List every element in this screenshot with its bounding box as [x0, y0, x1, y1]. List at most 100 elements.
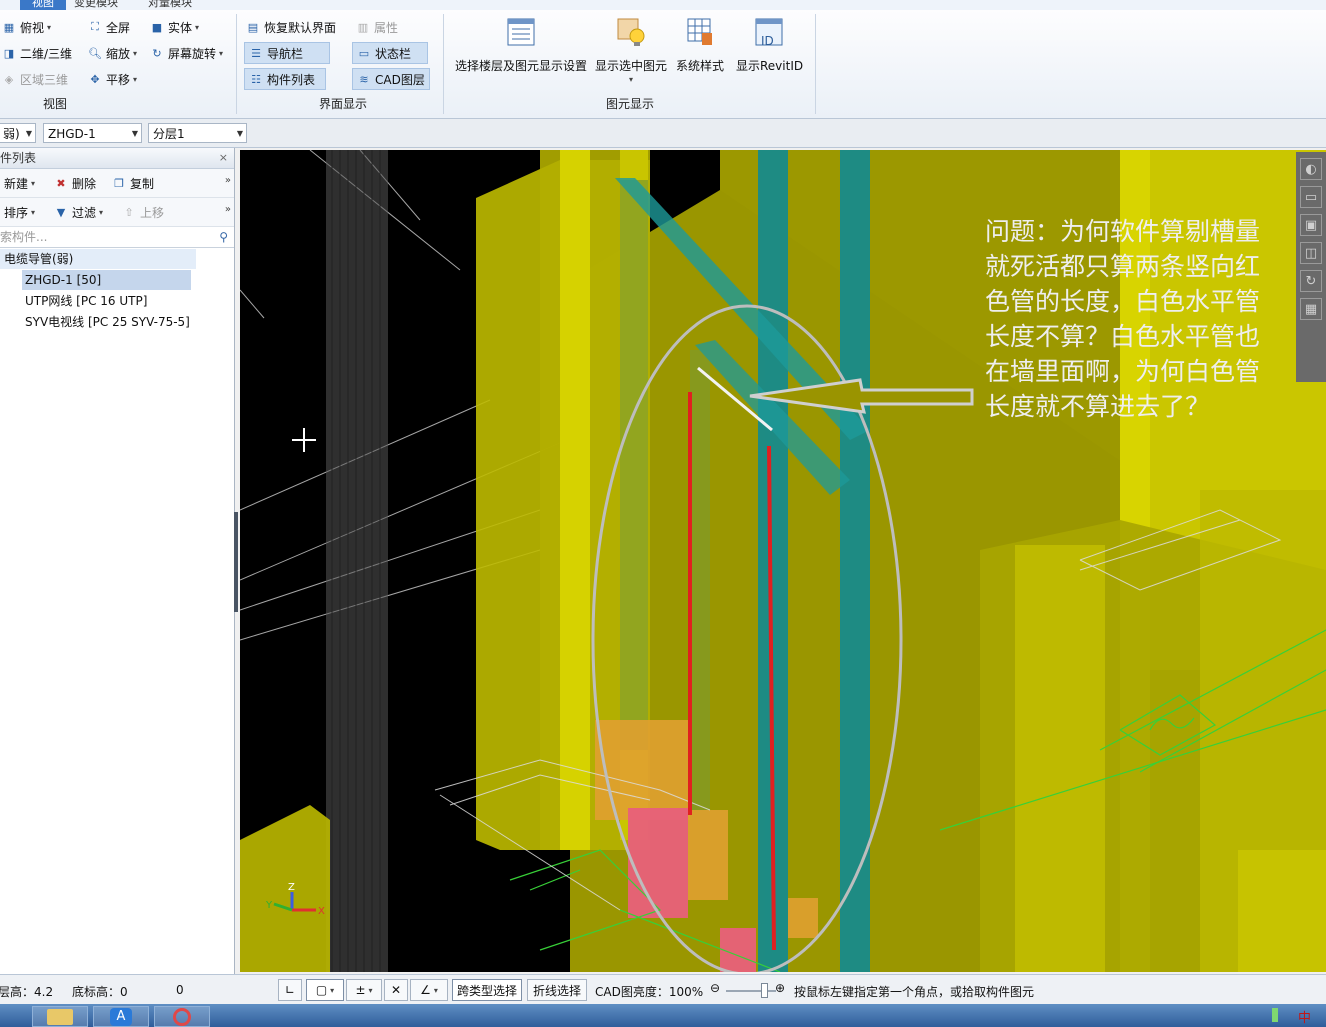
- tab-change-module[interactable]: 变更模块: [74, 0, 118, 10]
- status-value: 0: [176, 983, 184, 997]
- ortho-toggle[interactable]: ∟: [278, 979, 302, 1001]
- chevron-down-icon: ▾: [133, 48, 138, 58]
- chevron-down-icon: ▼: [25, 129, 32, 138]
- pan-icon: ✥: [90, 72, 100, 86]
- view-front-icon[interactable]: ▭: [1300, 186, 1322, 208]
- search-input[interactable]: 索构件... ⚲: [0, 227, 234, 248]
- tree-item-selected[interactable]: ZHGD-1 [50]: [22, 270, 191, 290]
- magnifier-icon: 🔍︎: [88, 46, 102, 60]
- ui-group-title: 界面显示: [318, 97, 367, 111]
- component-tree: 电缆导管(弱) ZHGD-1 [50] UTP网线 [PC 16 UTP] SY…: [0, 248, 234, 448]
- nav-bar-toggle[interactable]: ☰ 导航栏: [244, 42, 331, 64]
- view-group-title: 视图: [42, 97, 67, 111]
- search-icon[interactable]: ⚲: [219, 227, 228, 247]
- status-hint: 按鼠标左键指定第一个角点，或拾取构件图元: [794, 985, 1035, 999]
- status-bar-toggle[interactable]: ▭ 状态栏: [352, 42, 429, 64]
- annotation-text: 问题：为何软件算剔槽量就死活都只算两条竖向红色管的长度，白色水平管长度不算？白色…: [985, 217, 1261, 421]
- delete-button[interactable]: ✖ 删除: [54, 173, 96, 193]
- select-mode-dropdown[interactable]: ▢ ▾: [306, 979, 344, 1001]
- region-3d-button[interactable]: ◈ 区域三维: [2, 69, 68, 89]
- zoom-button[interactable]: 🔍︎ 缩放 ▾: [88, 43, 137, 63]
- angle-dropdown[interactable]: ∠ ▾: [410, 979, 448, 1001]
- group-divider: [443, 14, 444, 114]
- chevron-down-icon: ▼: [236, 129, 243, 138]
- panel-title: 件列表: [0, 151, 37, 165]
- layer-dropdown[interactable]: 分层1 ▼: [148, 123, 247, 143]
- copy-button[interactable]: ❐ 复制: [112, 173, 154, 193]
- panel-toolbar-2: 排序 ▾ ▼ 过滤 ▾ ⇧ 上移 »: [0, 198, 234, 227]
- battery-icon: [1272, 1008, 1278, 1022]
- select-floor-display-button[interactable]: 选择楼层及图元显示设置: [455, 16, 587, 74]
- move-up-button[interactable]: ⇧ 上移: [122, 202, 164, 222]
- cross-icon: ✕: [390, 983, 402, 997]
- minus-icon[interactable]: ⊖: [710, 981, 720, 995]
- component-dropdown[interactable]: ZHGD-1 ▼: [43, 123, 142, 143]
- snap-dropdown[interactable]: ± ▾: [346, 979, 382, 1001]
- ime-indicator[interactable]: 中: [1298, 1007, 1311, 1026]
- tree-item[interactable]: UTP网线 [PC 16 UTP]: [22, 291, 147, 311]
- axis-y-label: Y: [265, 900, 273, 911]
- style-grid-icon: [687, 18, 712, 45]
- layers-icon: ≋: [359, 72, 369, 86]
- screen-rotate-button[interactable]: ↻ 屏幕旋转 ▾: [150, 43, 223, 63]
- cad-layer-toggle[interactable]: ≋ CAD图层: [352, 68, 430, 90]
- app-store-icon[interactable]: A: [93, 1006, 149, 1027]
- two-three-d-button[interactable]: ◨ 二维/三维: [2, 43, 72, 63]
- chevron-down-icon: ▾: [368, 985, 373, 995]
- two-three-d-icon: ◨: [3, 46, 15, 60]
- show-selected-element-button[interactable]: 显示选中图元 ▾: [595, 16, 667, 84]
- close-icon[interactable]: ×: [219, 148, 228, 168]
- more-icon[interactable]: »: [225, 175, 231, 186]
- more-icon[interactable]: »: [225, 204, 231, 215]
- plus-icon[interactable]: ⊕: [775, 981, 785, 995]
- slider-handle[interactable]: [761, 983, 768, 998]
- new-button[interactable]: 新建 ▾: [4, 173, 35, 193]
- taskbar: A 中: [0, 1004, 1326, 1027]
- top-view-button[interactable]: ▦ 俯视 ▾: [2, 17, 51, 37]
- rotate-view-icon[interactable]: ↻: [1300, 270, 1322, 292]
- panel-splitter[interactable]: [234, 512, 238, 612]
- tree-item[interactable]: SYV电视线 [PC 25 SYV-75-5]: [22, 312, 190, 332]
- cross-type-select-button[interactable]: 跨类型选择: [452, 979, 522, 1001]
- top-view-icon: ▦: [3, 20, 15, 34]
- filter-button[interactable]: ▼ 过滤 ▾: [54, 202, 103, 222]
- window-icon: ▤: [247, 20, 259, 34]
- solid-button[interactable]: ■ 实体 ▾: [150, 17, 199, 37]
- file-explorer-icon[interactable]: [32, 1006, 88, 1027]
- floor-height: 层高：4.2: [0, 985, 54, 999]
- chevron-down-icon: ▼: [131, 129, 138, 138]
- properties-button[interactable]: ▥ 属性: [356, 17, 398, 37]
- type-dropdown[interactable]: 弱) ▼: [0, 123, 36, 143]
- list-icon: ☷: [251, 72, 261, 86]
- component-list-panel: 件列表 × 新建 ▾ ✖ 删除 ❐ 复制 » 排序 ▾ ▼ 过滤 ▾ ⇧ 上移 » 索构件..…: [0, 148, 235, 974]
- orbit-icon[interactable]: ◐: [1300, 158, 1322, 180]
- ortho-icon: ∟: [284, 983, 296, 997]
- filter-icon: ▼: [56, 205, 66, 219]
- selector-bar: 弱) ▼ ZHGD-1 ▼ 分层1 ▼: [0, 119, 1326, 148]
- show-revit-id-button[interactable]: ID 显示RevitID: [736, 16, 803, 74]
- status-bar: 层高：4.2 底标高：0 0 ∟ ▢ ▾ ± ▾ ✕ ∠ ▾ 跨类型选择 折线选择 C…: [0, 974, 1326, 1005]
- view-iso-icon[interactable]: ◫: [1300, 242, 1322, 264]
- cross-toggle[interactable]: ✕: [384, 979, 408, 1001]
- tree-item-category[interactable]: 电缆导管(弱): [0, 249, 196, 269]
- system-style-button[interactable]: 系统样式: [675, 16, 725, 74]
- tab-quantity-module[interactable]: 对量模块: [148, 0, 192, 10]
- chevron-down-icon: ▾: [133, 74, 138, 84]
- chevron-down-icon: ▾: [195, 22, 200, 32]
- snap-icon: ±: [355, 983, 366, 997]
- full-screen-button[interactable]: ⛶ 全屏: [88, 17, 130, 37]
- browser-icon[interactable]: [154, 1006, 210, 1027]
- view-grid-icon[interactable]: ▦: [1300, 298, 1322, 320]
- view-cube-icon[interactable]: ▣: [1300, 214, 1322, 236]
- brightness-slider[interactable]: [726, 990, 776, 992]
- tab-view[interactable]: 视图: [20, 0, 66, 10]
- cad-brightness-label: CAD图亮度：100%: [595, 985, 704, 999]
- component-list-toggle[interactable]: ☷ 构件列表: [244, 68, 327, 90]
- chevron-down-icon: ▾: [99, 207, 104, 217]
- sort-button[interactable]: 排序 ▾: [4, 202, 35, 222]
- restore-default-ui-button[interactable]: ▤ 恢复默认界面: [246, 17, 336, 37]
- floor-list-icon: [507, 18, 535, 46]
- nav-bar-icon: ☰: [251, 46, 261, 60]
- pan-button[interactable]: ✥ 平移 ▾: [88, 69, 137, 89]
- polyline-select-button[interactable]: 折线选择: [527, 979, 587, 1001]
